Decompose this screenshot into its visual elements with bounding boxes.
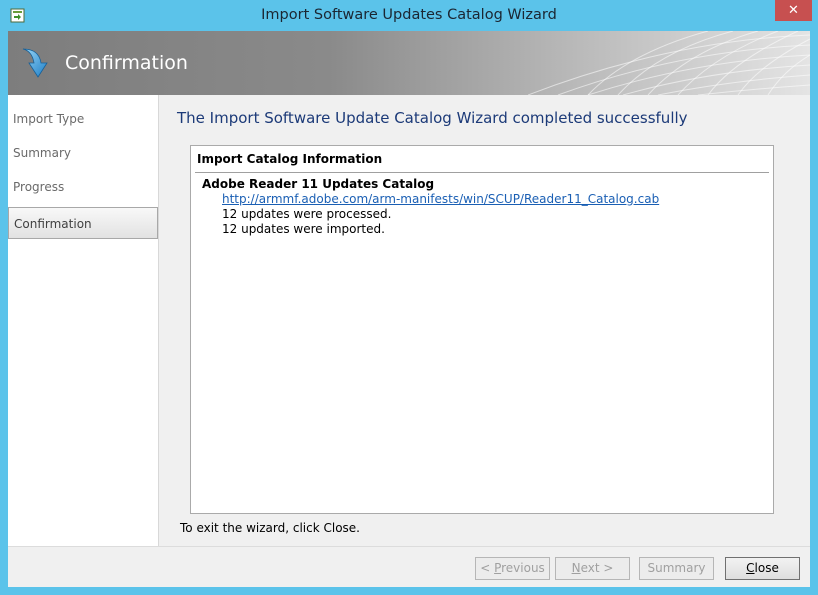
banner-title: Confirmation (65, 52, 188, 74)
exit-instruction: To exit the wizard, click Close. (180, 521, 360, 535)
wizard-steps-nav: Import Type Summary Progress Confirmatio… (8, 95, 159, 546)
panel-divider (195, 172, 769, 173)
title-bar[interactable]: Import Software Updates Catalog Wizard ✕ (0, 0, 818, 31)
imported-status: 12 updates were imported. (222, 222, 385, 236)
nav-item-summary[interactable]: Summary (8, 137, 158, 169)
window-close-icon[interactable]: ✕ (775, 0, 812, 21)
wizard-window: Import Software Updates Catalog Wizard ✕ (0, 0, 818, 595)
processed-status: 12 updates were processed. (222, 207, 392, 221)
nav-item-import-type[interactable]: Import Type (8, 103, 158, 135)
nav-item-progress[interactable]: Progress (8, 171, 158, 203)
window-title: Import Software Updates Catalog Wizard (261, 7, 557, 23)
import-catalog-info-panel: Import Catalog Information Adobe Reader … (190, 145, 774, 514)
banner-mesh-decoration-icon (528, 31, 810, 95)
close-accel: C (746, 561, 755, 575)
header-banner: Confirmation (8, 31, 810, 95)
catalog-url-link[interactable]: http://armmf.adobe.com/arm-manifests/win… (222, 192, 659, 206)
main-content: The Import Software Update Catalog Wizar… (160, 95, 810, 546)
nav-item-confirmation[interactable]: Confirmation (8, 207, 158, 239)
summary-button[interactable]: Summary (639, 557, 714, 580)
close-button[interactable]: Close (725, 557, 800, 580)
wizard-footer: < Previous Next > Summary Close (8, 546, 810, 587)
previous-prefix: < (480, 561, 495, 575)
next-button[interactable]: Next > (555, 557, 630, 580)
previous-button[interactable]: < Previous (475, 557, 550, 580)
catalog-name: Adobe Reader 11 Updates Catalog (202, 177, 435, 191)
panel-header: Import Catalog Information (197, 152, 383, 166)
wizard-client-area: Confirmation Import Type Summary Progres… (8, 31, 810, 587)
next-rest: ext > (580, 561, 614, 575)
previous-rest: revious (501, 561, 545, 575)
close-rest: lose (754, 561, 779, 575)
confirmation-arrow-icon (22, 48, 48, 78)
next-accel: N (571, 561, 581, 575)
completion-heading: The Import Software Update Catalog Wizar… (177, 109, 688, 127)
